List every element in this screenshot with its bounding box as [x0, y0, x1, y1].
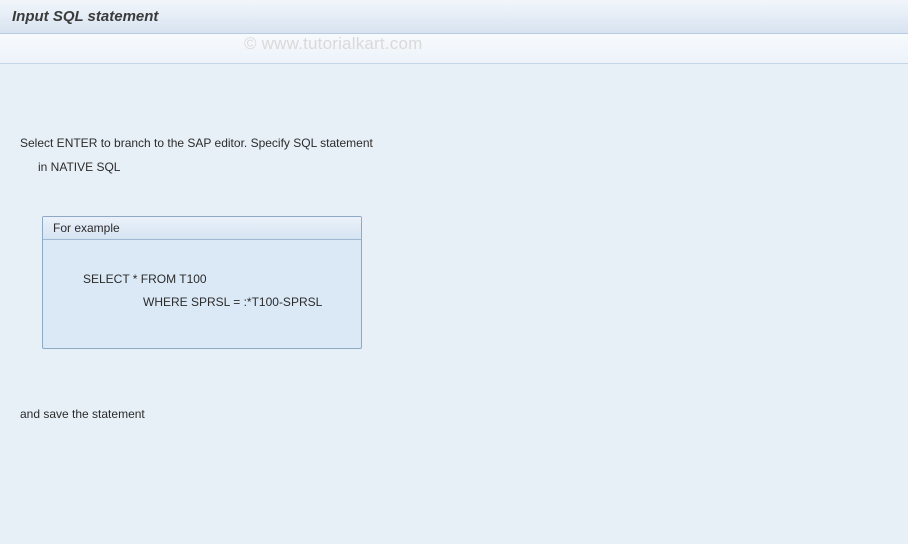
- instruction-line-2: in NATIVE SQL: [20, 158, 888, 176]
- title-bar: Input SQL statement: [0, 0, 908, 34]
- toolbar-strip: [0, 34, 908, 64]
- example-sql-line-1: SELECT * FROM T100: [53, 268, 351, 291]
- example-box-body: SELECT * FROM T100 WHERE SPRSL = :*T100-…: [43, 240, 361, 348]
- example-box: For example SELECT * FROM T100 WHERE SPR…: [42, 216, 362, 349]
- page-title: Input SQL statement: [12, 8, 158, 25]
- save-instruction: and save the statement: [20, 407, 888, 421]
- example-box-header: For example: [43, 217, 361, 240]
- content-area: Select ENTER to branch to the SAP editor…: [0, 64, 908, 441]
- example-sql-line-2: WHERE SPRSL = :*T100-SPRSL: [53, 291, 351, 314]
- instruction-line-1: Select ENTER to branch to the SAP editor…: [20, 134, 888, 152]
